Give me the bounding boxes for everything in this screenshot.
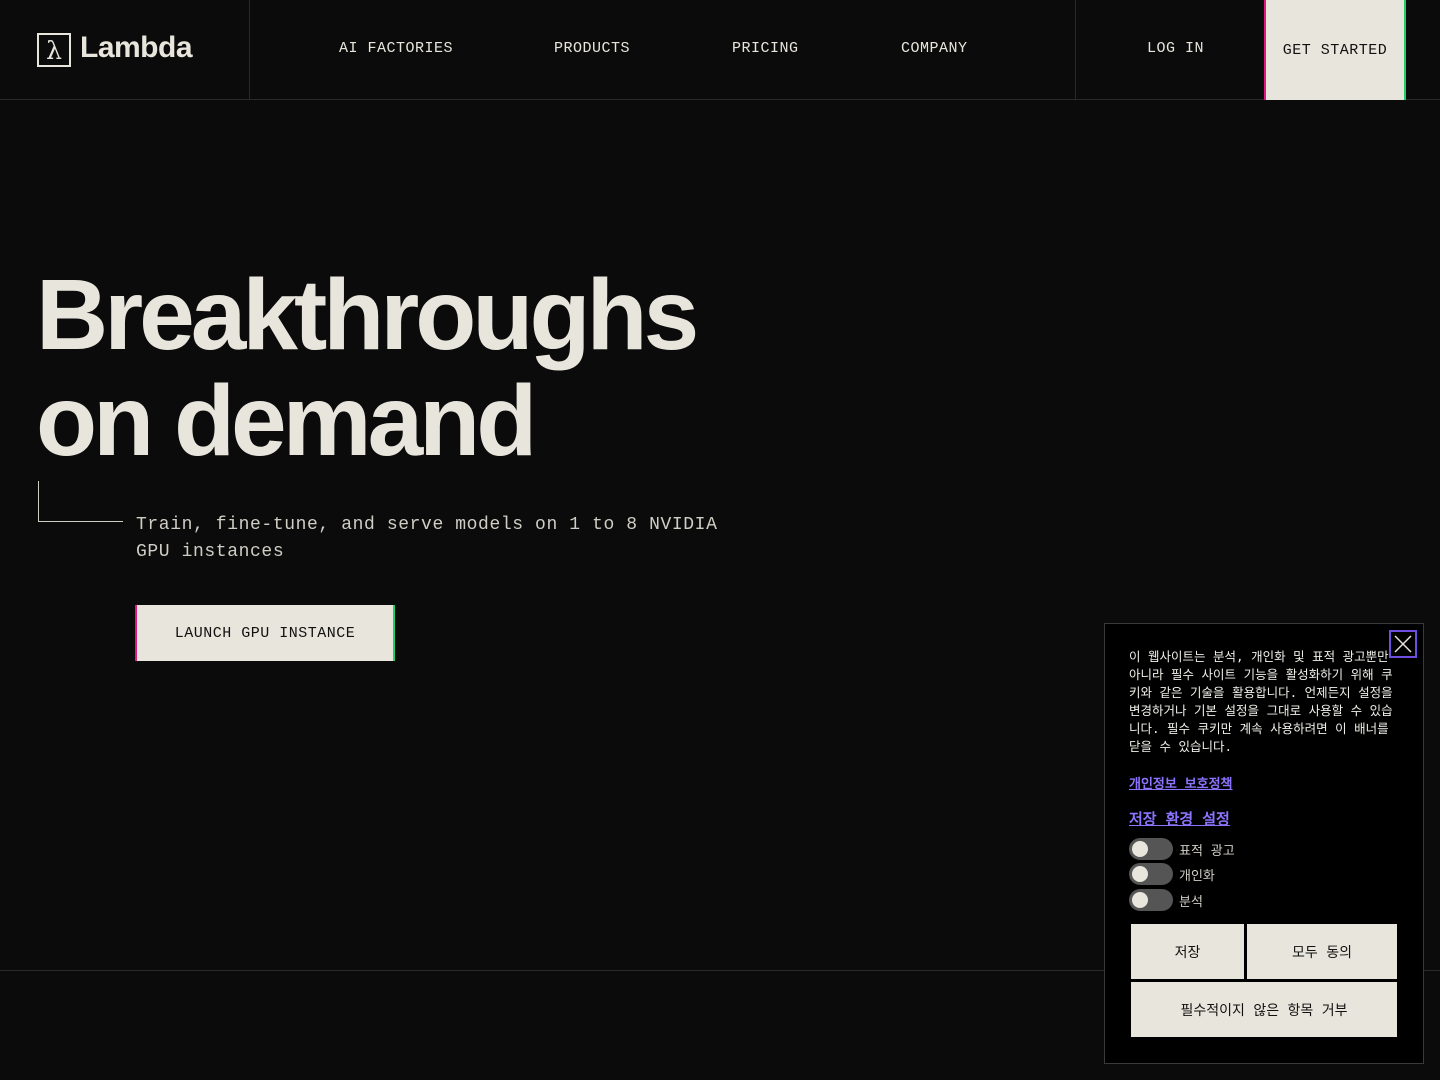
save-preferences-link[interactable]: 저장 환경 설정 [1129,808,1230,829]
login-link[interactable]: LOG IN [1147,40,1204,57]
toggle-label: 분석 [1179,894,1203,910]
hero-title: Breakthroughs on demand [36,259,699,477]
nav-pricing[interactable]: PRICING [732,40,799,57]
toggle-row-personalization: 개인화 [1129,863,1215,885]
targeted-ads-toggle[interactable] [1129,838,1173,860]
get-started-button[interactable]: GET STARTED [1264,0,1406,100]
analytics-toggle[interactable] [1129,889,1173,911]
accept-all-button[interactable]: 모두 동의 [1247,924,1397,979]
personalization-toggle[interactable] [1129,863,1173,885]
toggle-label: 표적 광고 [1179,843,1235,859]
privacy-policy-link[interactable]: 개인정보 보호정책 [1129,773,1233,792]
toggle-row-targeted-ads: 표적 광고 [1129,838,1235,860]
toggle-label: 개인화 [1179,868,1215,884]
toggle-row-analytics: 분석 [1129,889,1203,911]
hero-title-line2: on demand [36,365,537,477]
logo-wordmark: Lambda [80,31,193,64]
cookie-banner: 이 웹사이트는 분석, 개인화 및 표적 광고뿐만 아니라 필수 사이트 기능을… [1104,623,1424,1064]
nav-products[interactable]: PRODUCTS [554,40,630,57]
reject-nonessential-button[interactable]: 필수적이지 않은 항목 거부 [1131,982,1397,1037]
cookie-description: 이 웹사이트는 분석, 개인화 및 표적 광고뿐만 아니라 필수 사이트 기능을… [1129,649,1393,754]
hero-title-line1: Breakthroughs [36,259,699,371]
nav-company[interactable]: COMPANY [901,40,968,57]
lambda-logo-icon: λ [37,33,71,67]
nav-ai-factories[interactable]: AI FACTORIES [339,40,453,57]
save-button[interactable]: 저장 [1131,924,1244,979]
logo-area[interactable]: λ Lambda [0,0,250,100]
launch-gpu-instance-button[interactable]: LAUNCH GPU INSTANCE [135,605,395,661]
site-header: λ Lambda AI FACTORIES PRODUCTS PRICING C… [0,0,1440,100]
decorative-bracket [38,481,123,522]
hero-subtitle: Train, fine-tune, and serve models on 1 … [136,515,718,562]
